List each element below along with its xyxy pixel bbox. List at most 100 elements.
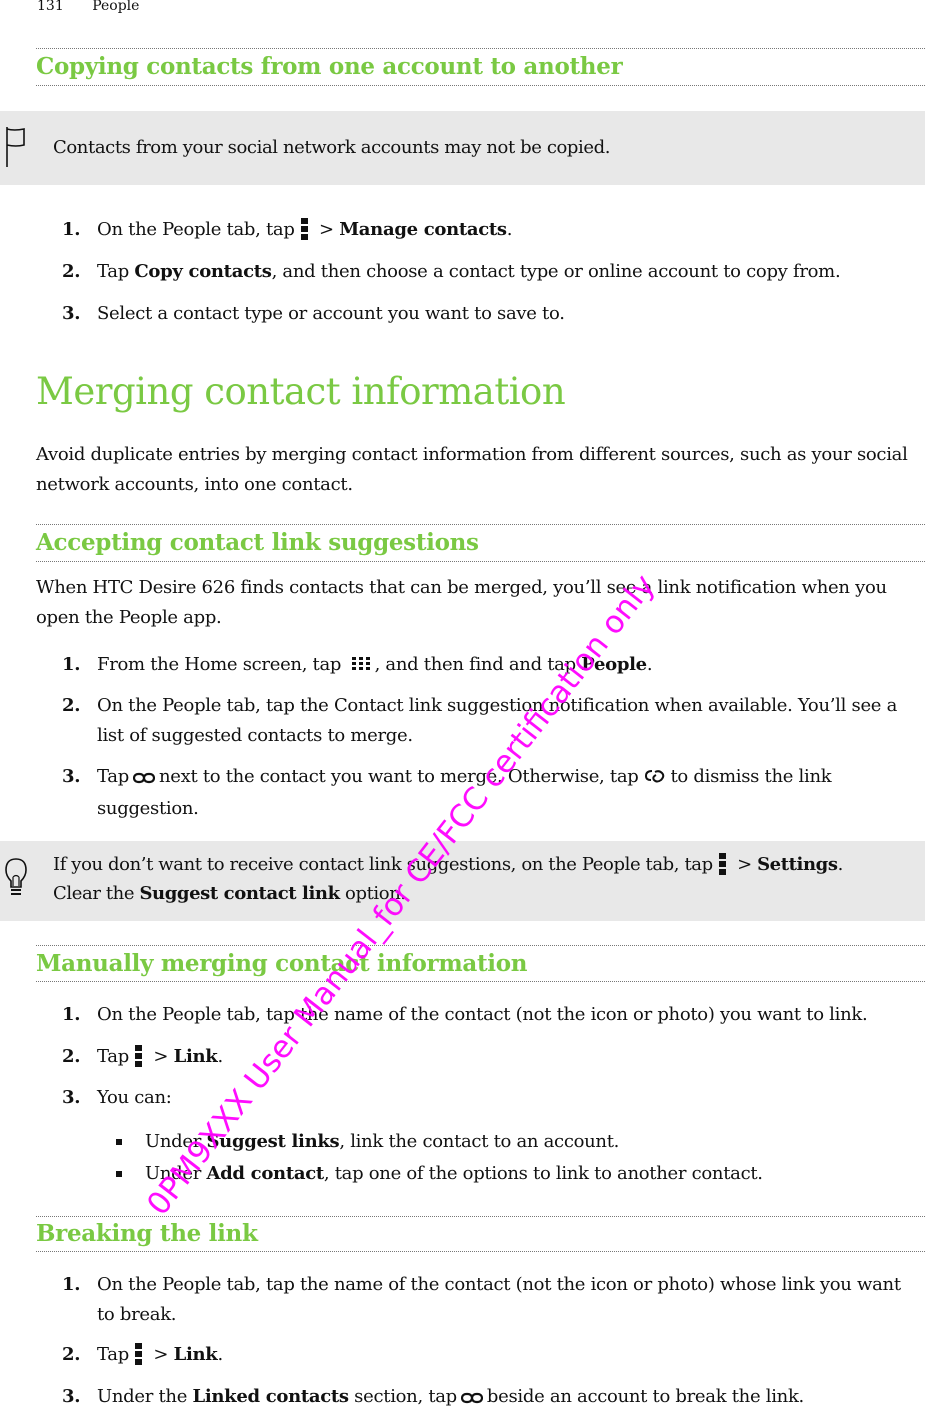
bullet-square xyxy=(116,1171,122,1177)
tip-box: If you don’t want to receive contact lin… xyxy=(0,841,925,921)
running-header: 131 People xyxy=(37,0,163,14)
step-number: 1. xyxy=(62,219,81,240)
step-item: 3. Select a contact type or account you … xyxy=(62,299,922,329)
step-text: On the People tab, tap the Contact link … xyxy=(97,695,898,746)
ui-label-settings: Settings xyxy=(757,854,838,875)
menu-icon xyxy=(134,1045,142,1067)
bullet-text: , tap one of the options to link to anot… xyxy=(323,1163,763,1184)
page-number: 131 xyxy=(37,0,64,14)
divider xyxy=(36,945,925,946)
ui-label-link: Link xyxy=(173,1046,218,1067)
apps-grid-icon xyxy=(351,652,371,682)
step-number: 1. xyxy=(62,1274,81,1295)
paragraph-accepting-intro: When HTC Desire 626 finds contacts that … xyxy=(36,577,887,628)
step-number: 3. xyxy=(62,766,81,787)
step-text: Tap xyxy=(97,1046,129,1067)
ui-label-suggest-contact-link: Suggest contact link xyxy=(139,883,340,904)
step-text: , and then find and tap xyxy=(374,654,582,675)
step-text: Tap xyxy=(97,261,135,282)
section-heading-merging: Merging contact information xyxy=(36,370,566,413)
step-item: 2. On the People tab, tap the Contact li… xyxy=(62,691,922,751)
step-item: 1. On the People tab, tap the name of th… xyxy=(62,1270,922,1330)
step-text: You can: xyxy=(97,1087,172,1108)
section-heading-breaking: Breaking the link xyxy=(36,1220,258,1247)
section-heading-copying: Copying contacts from one account to ano… xyxy=(36,53,623,80)
bullet-text: Under xyxy=(145,1163,207,1184)
step-item: 1. From the Home screen, tap , and then … xyxy=(62,650,922,682)
step-text: Tap xyxy=(97,1344,129,1365)
bullet-square xyxy=(116,1139,122,1145)
menu-icon xyxy=(300,218,308,240)
step-number: 3. xyxy=(62,303,81,324)
divider xyxy=(36,981,925,982)
step-number: 2. xyxy=(62,1344,81,1365)
step-number: 2. xyxy=(62,1046,81,1067)
flag-icon xyxy=(4,125,26,173)
divider xyxy=(36,48,925,49)
divider xyxy=(36,85,925,86)
bullet-item: Under Suggest links, link the contact to… xyxy=(116,1127,619,1157)
chapter-name: People xyxy=(92,0,140,14)
step-item: 2. Tap > Link. xyxy=(62,1042,922,1072)
step-text: > xyxy=(313,219,340,240)
ui-label-add-contact: Add contact xyxy=(206,1163,324,1184)
divider xyxy=(36,1216,925,1217)
step-text: . xyxy=(217,1344,223,1365)
step-text: . xyxy=(506,219,513,240)
step-text: . xyxy=(217,1046,223,1067)
step-item: 3. Under the Linked contacts section, ta… xyxy=(62,1382,922,1414)
step-item: 2. Tap Copy contacts, and then choose a … xyxy=(62,257,922,287)
step-text: > xyxy=(147,1046,174,1067)
paragraph-intro: Avoid duplicate entries by merging conta… xyxy=(36,444,908,495)
step-item: 3. You can: xyxy=(62,1083,922,1113)
step-number: 1. xyxy=(62,1004,81,1025)
step-text: beside an account to break the link. xyxy=(486,1386,804,1407)
section-heading-accepting: Accepting contact link suggestions xyxy=(36,529,479,556)
ui-label-linked-contacts: Linked contacts xyxy=(192,1386,349,1407)
unlink-icon xyxy=(643,764,667,794)
lightbulb-icon xyxy=(4,857,28,903)
step-text: . xyxy=(646,654,653,675)
step-item: 1. On the People tab, tap > Manage conta… xyxy=(62,215,922,245)
step-text: From the Home screen, tap xyxy=(97,654,342,675)
divider xyxy=(36,1251,925,1252)
ui-label-link: Link xyxy=(173,1344,218,1365)
note-box: Contacts from your social network accoun… xyxy=(0,111,925,185)
step-text: Select a contact type or account you wan… xyxy=(97,303,565,324)
bullet-item: Under Add contact, tap one of the option… xyxy=(116,1159,763,1189)
step-number: 2. xyxy=(62,695,81,716)
section-heading-manual: Manually merging contact information xyxy=(36,950,528,977)
step-text: On the People tab, tap xyxy=(97,219,295,240)
step-text: section, tap xyxy=(348,1386,457,1407)
tip-text-part: > xyxy=(731,854,758,875)
note-text: Contacts from your social network accoun… xyxy=(53,137,611,158)
step-text: On the People tab, tap the name of the c… xyxy=(97,1004,868,1025)
menu-icon xyxy=(718,853,726,875)
bullet-text: Under xyxy=(145,1131,207,1152)
step-text: Under the xyxy=(97,1386,193,1407)
tip-text-part: If you don’t want to receive contact lin… xyxy=(53,854,713,875)
ui-label-people: People xyxy=(581,654,647,675)
step-text: On the People tab, tap the name of the c… xyxy=(97,1274,901,1325)
step-number: 2. xyxy=(62,261,81,282)
step-item: 2. Tap > Link. xyxy=(62,1340,922,1370)
step-text: next to the contact you want to merge. O… xyxy=(158,766,639,787)
step-item: 1. On the People tab, tap the name of th… xyxy=(62,1000,922,1030)
link-icon xyxy=(460,1384,484,1414)
ui-label-copy-contacts: Copy contacts xyxy=(134,261,272,282)
divider xyxy=(36,524,925,525)
tip-text-part: option. xyxy=(339,883,406,904)
menu-icon xyxy=(134,1343,142,1365)
step-number: 3. xyxy=(62,1087,81,1108)
tip-text: If you don’t want to receive contact lin… xyxy=(53,850,895,908)
step-text: > xyxy=(147,1344,174,1365)
step-text: Tap xyxy=(97,766,129,787)
step-text: , and then choose a contact type or onli… xyxy=(271,261,841,282)
link-icon xyxy=(132,764,156,794)
divider xyxy=(36,561,925,562)
step-item: 3. Tap next to the contact you want to me… xyxy=(62,762,922,824)
step-number: 1. xyxy=(62,654,81,675)
ui-label-manage-contacts: Manage contacts xyxy=(339,219,507,240)
bullet-text: , link the contact to an account. xyxy=(339,1131,620,1152)
ui-label-suggest-links: Suggest links xyxy=(206,1131,340,1152)
